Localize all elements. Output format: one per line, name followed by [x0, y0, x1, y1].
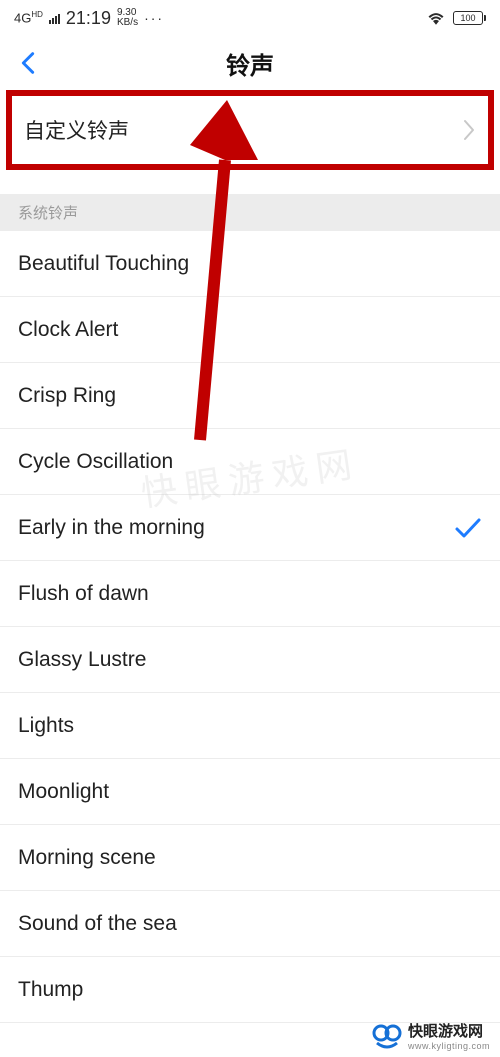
ringtone-label: Glassy Lustre [18, 648, 482, 672]
ringtone-item[interactable]: Cycle Oscillation [0, 429, 500, 495]
ringtone-label: Morning scene [18, 846, 482, 870]
ringtone-label: Flush of dawn [18, 582, 482, 606]
ringtone-item[interactable]: Crisp Ring [0, 363, 500, 429]
watermark: 快眼游戏网 www.kyligting.com [372, 1020, 490, 1051]
ringtone-label: Sound of the sea [18, 912, 482, 936]
custom-ringtone-label: 自定义铃声 [24, 115, 462, 145]
network-type: 4GHD [14, 10, 43, 25]
ringtone-label: Crisp Ring [18, 384, 482, 408]
custom-ringtone-row[interactable]: 自定义铃声 [6, 90, 494, 170]
ringtone-item[interactable]: Sound of the sea [0, 891, 500, 957]
ringtone-item[interactable]: Thump [0, 957, 500, 1023]
ringtone-item[interactable]: Lights [0, 693, 500, 759]
ringtone-label: Lights [18, 714, 482, 738]
ringtone-item[interactable]: Moonlight [0, 759, 500, 825]
ringtone-list: Beautiful Touching Clock Alert Crisp Ring C… [0, 231, 500, 1023]
watermark-logo-icon [372, 1021, 402, 1051]
ringtone-item[interactable]: Flush of dawn [0, 561, 500, 627]
section-header-system: 系统铃声 [0, 194, 500, 231]
wifi-icon [427, 11, 445, 25]
ringtone-item[interactable]: Beautiful Touching [0, 231, 500, 297]
ringtone-item[interactable]: Early in the morning [0, 495, 500, 561]
ringtone-label: Clock Alert [18, 318, 482, 342]
ringtone-label: Moonlight [18, 780, 482, 804]
ringtone-item[interactable]: Clock Alert [0, 297, 500, 363]
ringtone-label: Cycle Oscillation [18, 450, 482, 474]
page-header: 铃声 [0, 36, 500, 90]
back-icon[interactable] [14, 49, 42, 77]
watermark-title: 快眼游戏网 [408, 1020, 490, 1041]
ringtone-item[interactable]: Morning scene [0, 825, 500, 891]
chevron-right-icon [462, 119, 476, 141]
checkmark-icon [454, 517, 482, 539]
status-time: 21:19 [66, 8, 111, 29]
ringtone-item[interactable]: Glassy Lustre [0, 627, 500, 693]
page-title: 铃声 [0, 46, 500, 81]
ringtone-label: Early in the morning [18, 516, 454, 540]
battery-icon: 100 [453, 11, 486, 25]
watermark-url: www.kyligting.com [408, 1041, 490, 1051]
status-speed: 9.30 KB/s [117, 8, 138, 28]
status-right: 100 [427, 11, 486, 25]
ringtone-label: Thump [18, 978, 482, 1002]
status-left: 4GHD 21:19 9.30 KB/s ··· [14, 8, 164, 29]
ringtone-label: Beautiful Touching [18, 252, 482, 276]
watermark-text: 快眼游戏网 www.kyligting.com [408, 1020, 490, 1051]
status-bar: 4GHD 21:19 9.30 KB/s ··· 100 [0, 0, 500, 36]
signal-icon [49, 12, 60, 24]
status-more-icon: ··· [144, 10, 164, 26]
